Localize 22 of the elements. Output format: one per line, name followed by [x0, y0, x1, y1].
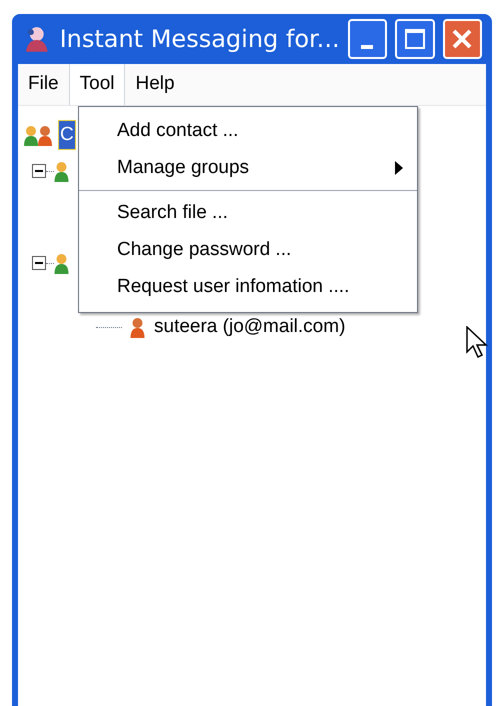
user-icon [54, 160, 70, 182]
collapse-icon[interactable] [32, 164, 46, 178]
menu-bar-item[interactable]: Tool [68, 64, 126, 105]
menu-bar-item[interactable]: Help [125, 64, 185, 105]
maximize-button[interactable] [395, 19, 435, 59]
users-icon [24, 124, 54, 146]
menu-item[interactable]: Search file ... [79, 195, 417, 232]
tree-node-label[interactable]: suteera (jo@mail.com) [154, 312, 346, 342]
user-icon [130, 316, 146, 338]
close-button[interactable] [442, 19, 482, 59]
menu-item[interactable]: Change password ... [79, 232, 417, 269]
menu-bar-item[interactable]: File [18, 64, 69, 105]
close-icon [451, 28, 474, 50]
menu-item[interactable]: Add contact ... [79, 113, 417, 150]
user-icon [54, 252, 70, 274]
tree-node-label[interactable]: C [58, 120, 76, 150]
collapse-icon[interactable] [32, 256, 46, 270]
window-title: Instant Messaging for... [60, 24, 340, 55]
minimize-button[interactable] [348, 19, 388, 59]
menu-item[interactable]: Manage groups [79, 150, 417, 186]
menu-item[interactable]: Request user infomation .... [79, 269, 417, 306]
submenu-arrow-icon [395, 161, 403, 175]
